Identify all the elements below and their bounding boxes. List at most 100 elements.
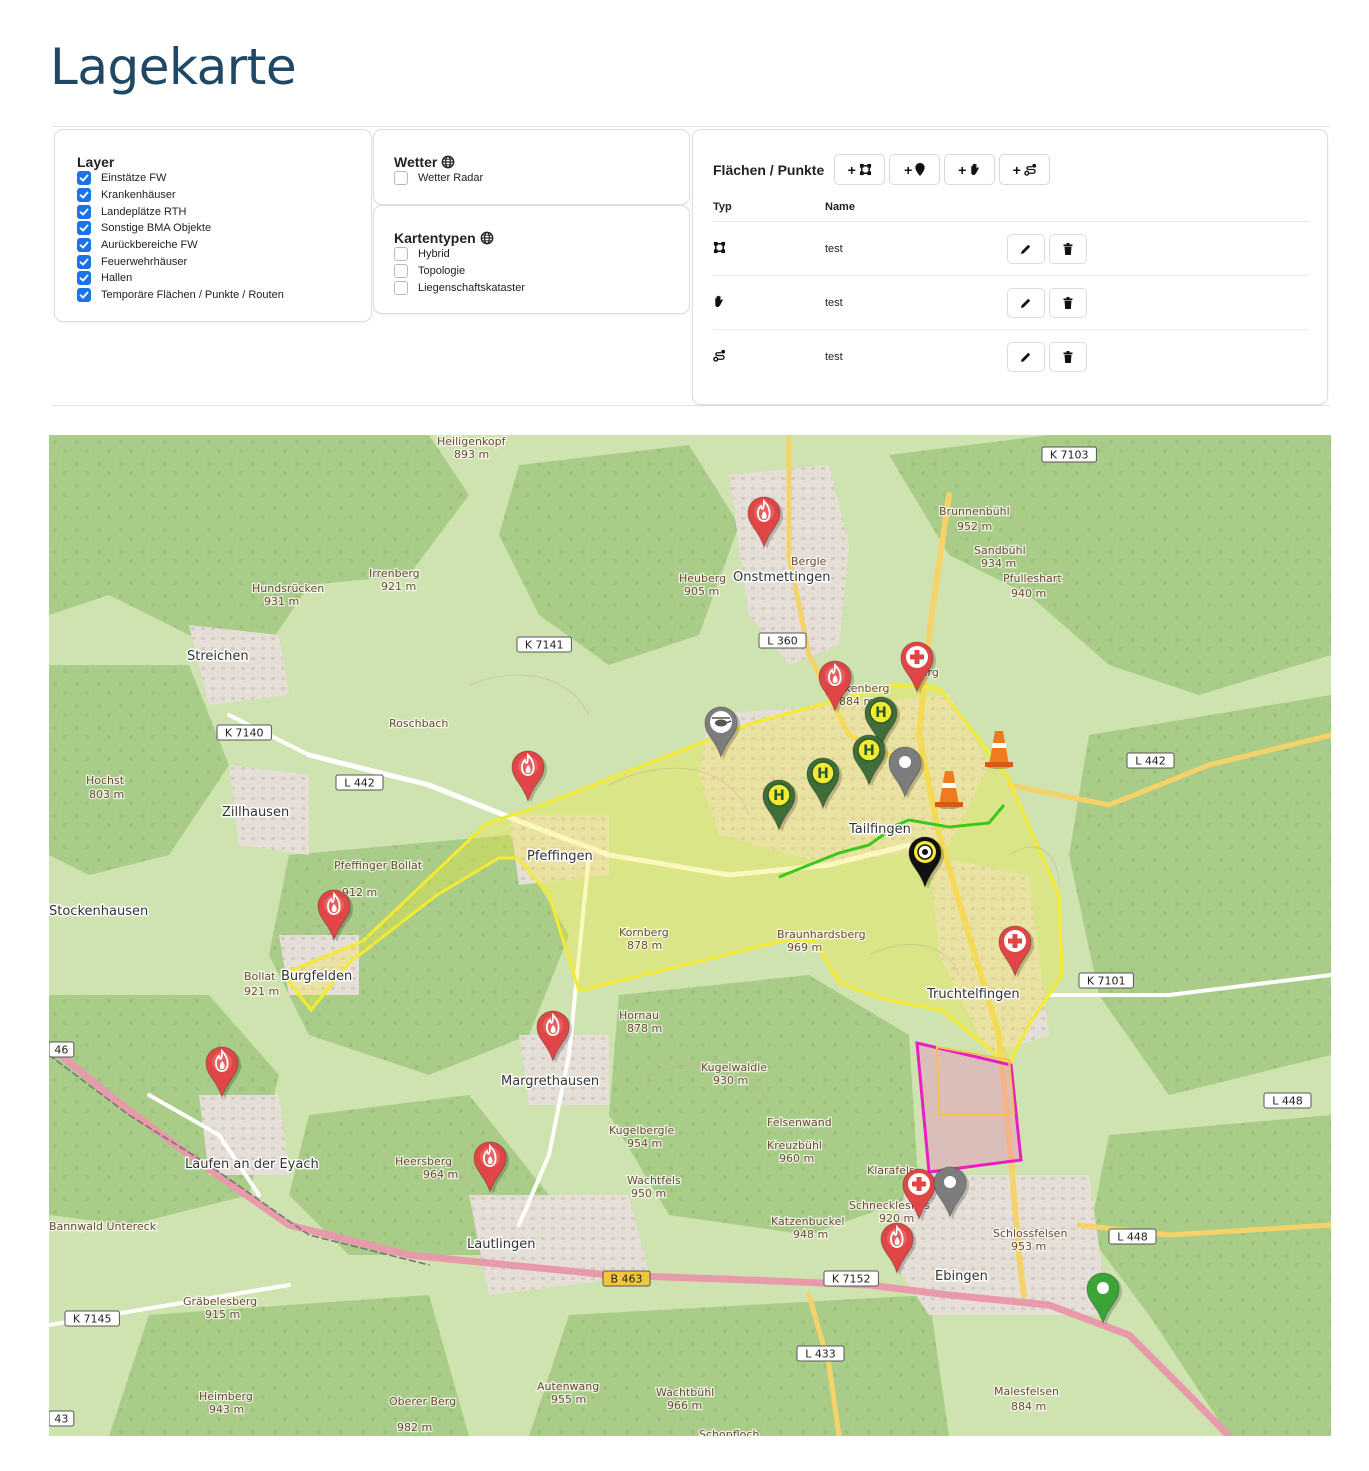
place-label: Tailfingen <box>848 822 911 837</box>
place-label: Bollat <box>244 970 276 983</box>
road-badge-label: K 7141 <box>525 639 564 652</box>
kartentypen-option-2[interactable]: Liegenschaftskataster <box>394 279 689 296</box>
place-label: Wachtfels <box>627 1174 681 1187</box>
elevation-label: 953 m <box>1011 1240 1046 1253</box>
place-label: Heimberg <box>199 1390 253 1403</box>
check-icon <box>79 174 89 182</box>
layer-option-5[interactable]: Feuerwehrhäuser <box>77 253 371 270</box>
elevation-label: 969 m <box>787 941 822 954</box>
road-badge: K 7101 <box>1078 972 1134 989</box>
flaechen-header: Flächen / Punkte + + + + <box>713 154 1051 185</box>
elevation-label: 954 m <box>627 1137 662 1150</box>
row-actions <box>1007 287 1087 318</box>
elevation-label: 921 m <box>244 985 279 998</box>
polygon-icon <box>859 163 872 176</box>
checkbox[interactable] <box>77 238 91 253</box>
edit-button[interactable] <box>1007 342 1045 372</box>
place-label: Felsenwand <box>767 1116 832 1129</box>
delete-button[interactable] <box>1049 342 1087 372</box>
marker-icon <box>915 163 925 176</box>
layer-option-7[interactable]: Temporäre Flächen / Punkte / Routen <box>77 287 371 304</box>
road-badge: L 442 <box>335 774 384 791</box>
page-title: Lagekarte <box>50 38 297 96</box>
place-label: Hundsrücken <box>252 582 324 595</box>
checkbox[interactable] <box>77 288 91 303</box>
layer-option-1[interactable]: Krankenhäuser <box>77 187 371 204</box>
add-route-button[interactable]: + <box>999 154 1051 185</box>
edit-button[interactable] <box>1007 233 1045 264</box>
place-label: Wachtbühl <box>656 1386 714 1399</box>
layer-option-2[interactable]: Landeplätze RTH <box>77 203 371 220</box>
place-label: Kornberg <box>619 926 669 939</box>
road-badge: L 442 <box>1126 752 1175 769</box>
map-controls: Layer Einstätze FW Krankenhäuser Landeplät… <box>52 126 1330 406</box>
edit-button[interactable] <box>1007 287 1045 318</box>
kartentypen-card: Kartentypen Hybrid Topologie Liegenschafts… <box>373 205 690 314</box>
delete-button[interactable] <box>1049 233 1087 264</box>
check-icon <box>79 191 89 199</box>
checkbox[interactable] <box>77 171 91 186</box>
checkbox[interactable] <box>77 254 91 269</box>
kartentypen-option-0[interactable]: Hybrid <box>394 246 689 263</box>
map-canvas[interactable]: Heiligenkopf Onstmettingen Bergle Heuberg Hu… <box>49 435 1331 1436</box>
kartentypen-option-1[interactable]: Topologie <box>394 263 689 280</box>
checkbox-label: Aurückbereiche FW <box>101 239 198 252</box>
place-label: Sandbühl <box>974 544 1026 557</box>
check-icon <box>79 241 89 249</box>
place-label: Zillhausen <box>222 805 289 820</box>
plus-label: + <box>1012 161 1021 178</box>
delete-button[interactable] <box>1049 287 1087 318</box>
place-label: Braunhardsberg <box>777 928 866 941</box>
checkbox-label: Temporäre Flächen / Punkte / Routen <box>101 289 284 302</box>
layer-list: Einstätze FW Krankenhäuser Landeplätze RTH… <box>77 170 371 304</box>
place-label: Hornau <box>619 1009 659 1022</box>
place-label: Schopfloch <box>699 1428 759 1436</box>
place-label: Stockenhausen <box>49 904 148 919</box>
checkbox[interactable] <box>394 247 408 262</box>
restricted-area-polygon[interactable] <box>915 1041 1023 1174</box>
wetter-option-0[interactable]: Wetter Radar <box>394 170 689 187</box>
add-hand-button[interactable]: + <box>944 154 996 185</box>
checkbox[interactable] <box>77 221 91 236</box>
road-badge-label: K 7101 <box>1087 975 1126 988</box>
checkbox[interactable] <box>77 271 91 286</box>
column-header-typ: Typ <box>713 200 732 213</box>
checkbox[interactable] <box>77 188 91 203</box>
elevation-label: 893 m <box>454 448 489 461</box>
place-label: Pfeffinger Bollat <box>334 859 423 872</box>
plus-label: + <box>904 161 913 178</box>
checkbox-label: Hybrid <box>418 248 450 261</box>
checkbox[interactable] <box>77 204 91 219</box>
add-marker-button[interactable]: + <box>889 154 941 185</box>
place-label: Roschbach <box>389 717 448 730</box>
add-polygon-button[interactable]: + <box>834 154 886 185</box>
road-badge: K 7145 <box>64 1310 120 1327</box>
place-label: Pfulleshart <box>1003 572 1062 585</box>
check-icon <box>79 208 89 216</box>
road-badge-label: K 7103 <box>1050 449 1089 462</box>
elevation-label: 940 m <box>1011 587 1046 600</box>
elevation-label: 884 m <box>1011 1400 1046 1413</box>
layer-option-4[interactable]: Aurückbereiche FW <box>77 237 371 254</box>
layer-option-3[interactable]: Sonstige BMA Objekte <box>77 220 371 237</box>
checkbox[interactable] <box>394 264 408 279</box>
place-label: Lautlingen <box>467 1237 536 1252</box>
map-view[interactable]: Heiligenkopf Onstmettingen Bergle Heuberg Hu… <box>49 435 1331 1436</box>
place-label: Kugelwaldle <box>701 1061 767 1074</box>
checkbox[interactable] <box>394 280 408 295</box>
elevation-label: 982 m <box>397 1421 432 1434</box>
row-name: test <box>825 242 843 255</box>
checkbox-label: Wetter Radar <box>418 172 484 185</box>
layer-option-6[interactable]: Hallen <box>77 270 371 287</box>
plus-label: + <box>958 161 967 178</box>
place-label: Burgfelden <box>281 969 352 984</box>
checkbox[interactable] <box>394 171 408 186</box>
row-name: test <box>825 351 843 363</box>
kartentypen-title: Kartentypen <box>394 230 476 246</box>
road-badge: B 463 <box>602 1270 651 1287</box>
check-icon <box>79 224 89 232</box>
column-header-name: Name <box>825 200 855 213</box>
layer-option-0[interactable]: Einstätze FW <box>77 170 371 187</box>
place-label: Heersberg <box>395 1155 452 1168</box>
road-badge: 43 <box>49 1410 75 1427</box>
